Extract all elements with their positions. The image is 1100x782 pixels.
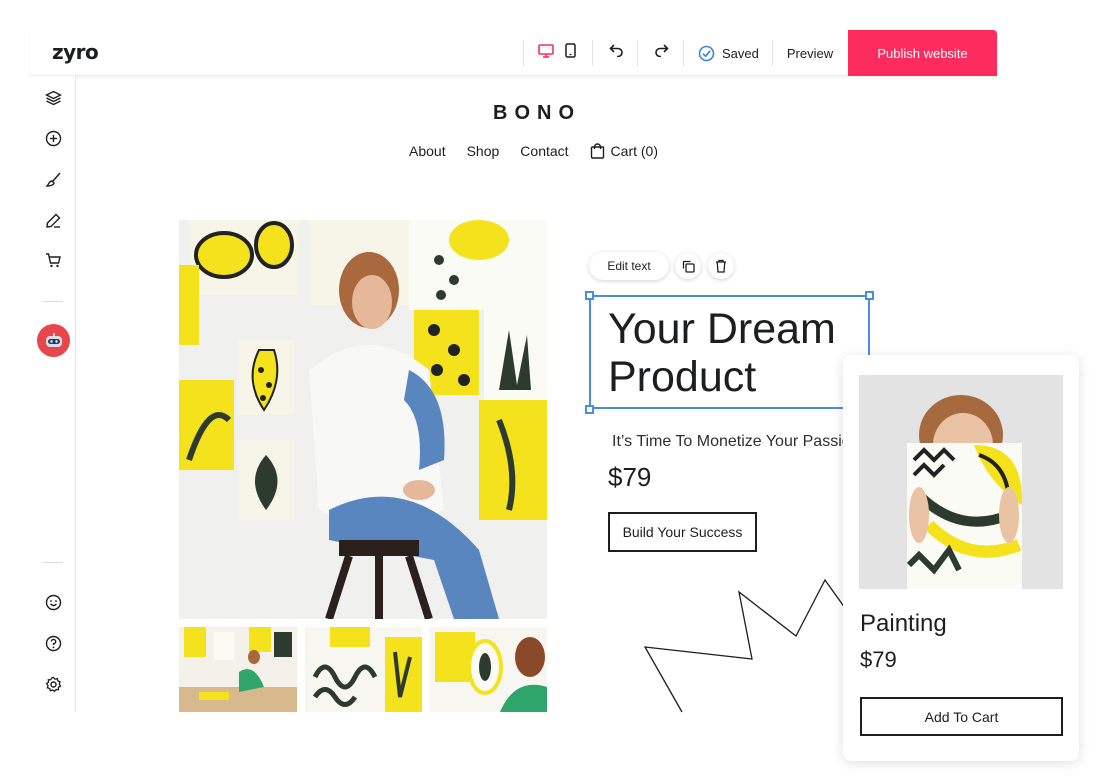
layers-icon[interactable] bbox=[43, 88, 63, 108]
desktop-icon bbox=[538, 43, 554, 63]
sidebar-divider bbox=[43, 562, 63, 563]
ai-robot-icon[interactable] bbox=[37, 324, 70, 357]
mobile-icon bbox=[564, 43, 576, 63]
duplicate-icon bbox=[682, 260, 695, 273]
toolbar-divider bbox=[592, 40, 593, 66]
undo-icon bbox=[608, 44, 624, 62]
check-circle-icon bbox=[698, 45, 715, 62]
edit-text-button[interactable]: Edit text bbox=[589, 252, 669, 280]
toolbar-divider bbox=[772, 40, 773, 66]
resize-handle-top-left[interactable] bbox=[585, 291, 594, 300]
smiley-icon[interactable] bbox=[43, 592, 63, 612]
thumbnail-image-2[interactable] bbox=[305, 627, 422, 712]
trash-icon bbox=[715, 259, 727, 273]
delete-button[interactable] bbox=[708, 253, 734, 279]
settings-icon[interactable] bbox=[43, 674, 63, 694]
mobile-view-button[interactable] bbox=[561, 30, 579, 76]
cart-icon[interactable] bbox=[43, 250, 63, 270]
hero-price[interactable]: $79 bbox=[608, 462, 651, 493]
sidebar-divider bbox=[43, 301, 63, 302]
hero-product-image[interactable] bbox=[179, 220, 547, 619]
thumbnail-image-3[interactable] bbox=[430, 627, 547, 712]
add-to-cart-button[interactable]: Add To Cart bbox=[860, 697, 1063, 736]
shopping-bag-icon bbox=[590, 143, 611, 159]
editor-topbar: zyro Saved Preview Publish website bbox=[30, 30, 997, 76]
pen-icon[interactable] bbox=[43, 210, 63, 230]
redo-icon bbox=[654, 44, 669, 62]
thumbnail-image-1[interactable] bbox=[179, 627, 297, 712]
cart-label: Cart (0) bbox=[610, 143, 658, 159]
product-card-title[interactable]: Painting bbox=[860, 610, 947, 638]
product-card: Painting $79 Add To Cart bbox=[843, 355, 1079, 761]
product-card-image[interactable] bbox=[859, 375, 1063, 589]
desktop-view-button[interactable] bbox=[536, 30, 556, 76]
toolbar-divider bbox=[523, 40, 524, 66]
site-brand[interactable]: BONO bbox=[430, 102, 644, 125]
build-success-button[interactable]: Build Your Success bbox=[608, 512, 757, 552]
decorative-zigzag-shape bbox=[643, 578, 850, 713]
saved-status: Saved bbox=[698, 30, 760, 76]
zyro-logo[interactable]: zyro bbox=[52, 40, 99, 64]
resize-handle-bottom-left[interactable] bbox=[585, 405, 594, 414]
nav-item-shop[interactable]: Shop bbox=[467, 143, 500, 159]
hero-headline[interactable]: Your Dream Product bbox=[608, 305, 868, 401]
help-icon[interactable] bbox=[43, 633, 63, 653]
nav-item-about[interactable]: About bbox=[409, 143, 446, 159]
hero-tagline[interactable]: It’s Time To Monetize Your Passion bbox=[612, 433, 860, 451]
brush-icon[interactable] bbox=[43, 169, 63, 189]
toolbar-divider bbox=[637, 40, 638, 66]
duplicate-button[interactable] bbox=[675, 253, 701, 279]
undo-button[interactable] bbox=[605, 30, 627, 76]
preview-button[interactable]: Preview bbox=[782, 30, 838, 76]
publish-website-button[interactable]: Publish website bbox=[848, 30, 997, 76]
nav-item-contact[interactable]: Contact bbox=[520, 143, 568, 159]
resize-handle-top-right[interactable] bbox=[865, 291, 874, 300]
product-card-price[interactable]: $79 bbox=[860, 647, 897, 673]
add-element-icon[interactable] bbox=[43, 128, 63, 148]
editor-sidebar bbox=[30, 76, 76, 712]
nav-cart-link[interactable]: Cart (0) bbox=[590, 143, 658, 159]
saved-label: Saved bbox=[722, 45, 759, 61]
site-nav: About Shop Contact Cart (0) bbox=[409, 143, 658, 159]
redo-button[interactable] bbox=[650, 30, 672, 76]
toolbar-divider bbox=[683, 40, 684, 66]
